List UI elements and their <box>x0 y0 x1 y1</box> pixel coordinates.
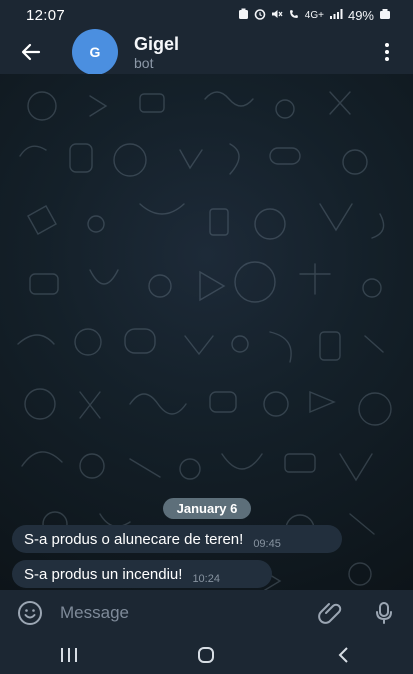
alarm-icon <box>254 8 266 23</box>
network-label: 4G+ <box>304 9 324 21</box>
recents-icon[interactable] <box>24 635 114 674</box>
vertical-dots-icon[interactable] <box>375 40 399 64</box>
avatar[interactable]: G <box>72 29 118 75</box>
microphone-icon[interactable] <box>371 600 397 626</box>
message-input[interactable] <box>60 602 290 623</box>
back-icon[interactable] <box>299 635 389 674</box>
arrow-left-icon[interactable] <box>0 30 62 74</box>
status-icons: 4G+ 49% <box>238 8 391 23</box>
status-bar: 12:07 4G+ 49% <box>0 0 413 30</box>
chat-title: Gigel <box>134 33 180 54</box>
chat-area: January 6 S-a produs o alunecare de tere… <box>0 74 413 590</box>
message-composer <box>0 590 413 635</box>
android-navigation-bar <box>0 635 413 674</box>
message-text: S-a produs o alunecare de teren! <box>24 530 244 548</box>
message-bubble[interactable]: S-a produs o alunecare de teren! 09:45 <box>12 525 342 553</box>
message-time: 09:45 <box>253 537 281 550</box>
message-text: S-a produs un incendiu! <box>24 565 183 583</box>
home-icon[interactable] <box>161 635 251 674</box>
message-time: 10:24 <box>192 572 220 585</box>
paperclip-icon[interactable] <box>317 600 343 626</box>
message-bubble[interactable]: S-a produs un incendiu! 10:24 <box>12 560 272 588</box>
chat-subtitle: bot <box>134 54 154 71</box>
chat-title-block[interactable]: Gigel bot <box>134 34 179 71</box>
date-separator: January 6 <box>163 498 251 519</box>
status-time: 12:07 <box>26 6 66 24</box>
chat-header: G Gigel bot <box>0 29 413 75</box>
signal-icon <box>329 8 343 23</box>
battery-saver-icon <box>238 8 249 23</box>
wifi-call-icon <box>288 8 300 23</box>
emoji-icon[interactable] <box>0 590 60 635</box>
battery-icon <box>379 8 391 23</box>
battery-percentage: 49% <box>347 7 374 23</box>
mute-icon <box>271 8 283 23</box>
